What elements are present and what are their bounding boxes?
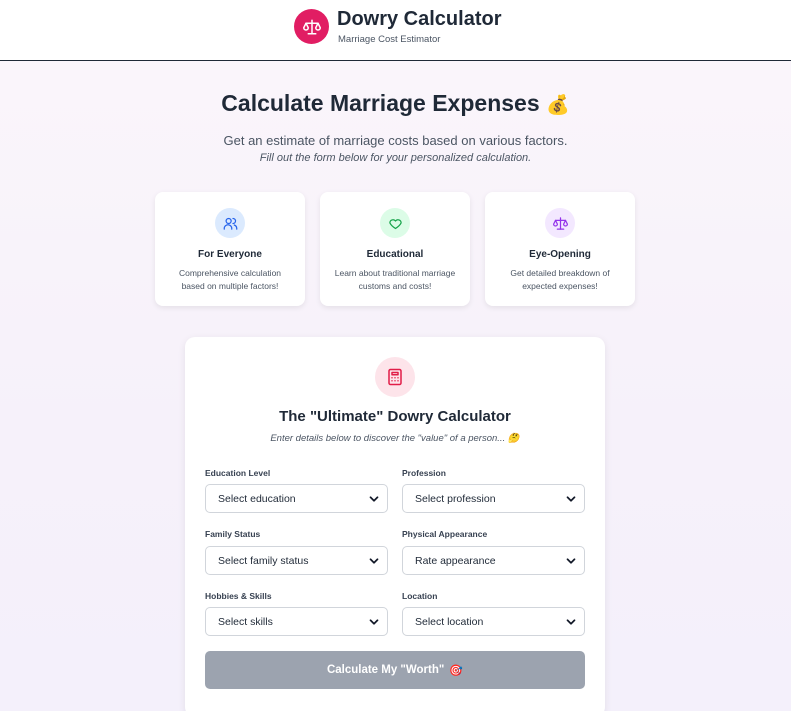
- education-label: Education Level: [205, 468, 271, 478]
- feature-description: Get detailed breakdown of expected expen…: [510, 268, 610, 291]
- scales-icon: [545, 208, 575, 238]
- family-status-select-value: Select family status: [218, 555, 309, 567]
- heart-icon: [380, 208, 410, 238]
- education-select-value: Select education: [218, 493, 296, 505]
- calculator-card: The "Ultimate" Dowry Calculator Enter de…: [185, 337, 605, 711]
- skills-select[interactable]: Select skills: [205, 607, 388, 636]
- app-header: Dowry Calculator Marriage Cost Estimator: [0, 0, 791, 61]
- feature-title: Educational: [366, 249, 424, 260]
- education-select[interactable]: Select education: [205, 484, 388, 513]
- app-title: Dowry Calculator: [337, 8, 502, 30]
- calculator-icon: [375, 357, 415, 397]
- calculate-button[interactable]: Calculate My "Worth" 🎯: [205, 651, 585, 689]
- calculator-subtitle: Enter details below to discover the "val…: [270, 433, 520, 444]
- profession-select-value: Select profession: [415, 493, 496, 505]
- chevron-down-icon: [369, 558, 379, 564]
- feature-description: Comprehensive calculation based on multi…: [178, 268, 282, 291]
- skills-label: Hobbies & Skills: [205, 591, 272, 601]
- money-bag-icon: 💰: [546, 95, 570, 116]
- calculator-title: The "Ultimate" Dowry Calculator: [279, 408, 511, 425]
- appearance-select-value: Rate appearance: [415, 555, 496, 567]
- page-title: Calculate Marriage Expenses 💰: [0, 90, 791, 117]
- appearance-label: Physical Appearance: [402, 529, 488, 539]
- skills-select-value: Select skills: [218, 616, 273, 628]
- family-status-select[interactable]: Select family status: [205, 546, 388, 575]
- location-select[interactable]: Select location: [402, 607, 585, 636]
- location-select-value: Select location: [415, 616, 484, 628]
- calculate-button-label: Calculate My "Worth": [326, 664, 445, 676]
- users-icon: [215, 208, 245, 238]
- feature-card-eye-opening: Eye-Opening Get detailed breakdown of ex…: [485, 192, 635, 306]
- appearance-select[interactable]: Rate appearance: [402, 546, 585, 575]
- chevron-down-icon: [369, 619, 379, 625]
- target-icon: 🎯: [449, 664, 464, 677]
- chevron-down-icon: [566, 619, 576, 625]
- feature-description: Learn about traditional marriage customs…: [334, 268, 456, 291]
- location-label: Location: [402, 591, 438, 601]
- page-title-text: Calculate Marriage Expenses: [221, 90, 540, 116]
- scales-icon: [294, 9, 329, 44]
- page-note: Fill out the form below for your persona…: [259, 152, 532, 164]
- family-status-label: Family Status: [205, 529, 261, 539]
- profession-label: Profession: [402, 468, 446, 478]
- feature-card-everyone: For Everyone Comprehensive calculation b…: [155, 192, 305, 306]
- chevron-down-icon: [566, 558, 576, 564]
- chevron-down-icon: [566, 496, 576, 502]
- feature-title: For Everyone: [198, 249, 262, 260]
- chevron-down-icon: [369, 496, 379, 502]
- app-subtitle: Marriage Cost Estimator: [338, 34, 441, 45]
- page-description: Get an estimate of marriage costs based …: [223, 133, 568, 148]
- feature-card-educational: Educational Learn about traditional marr…: [320, 192, 470, 306]
- feature-title: Eye-Opening: [529, 249, 591, 260]
- profession-select[interactable]: Select profession: [402, 484, 585, 513]
